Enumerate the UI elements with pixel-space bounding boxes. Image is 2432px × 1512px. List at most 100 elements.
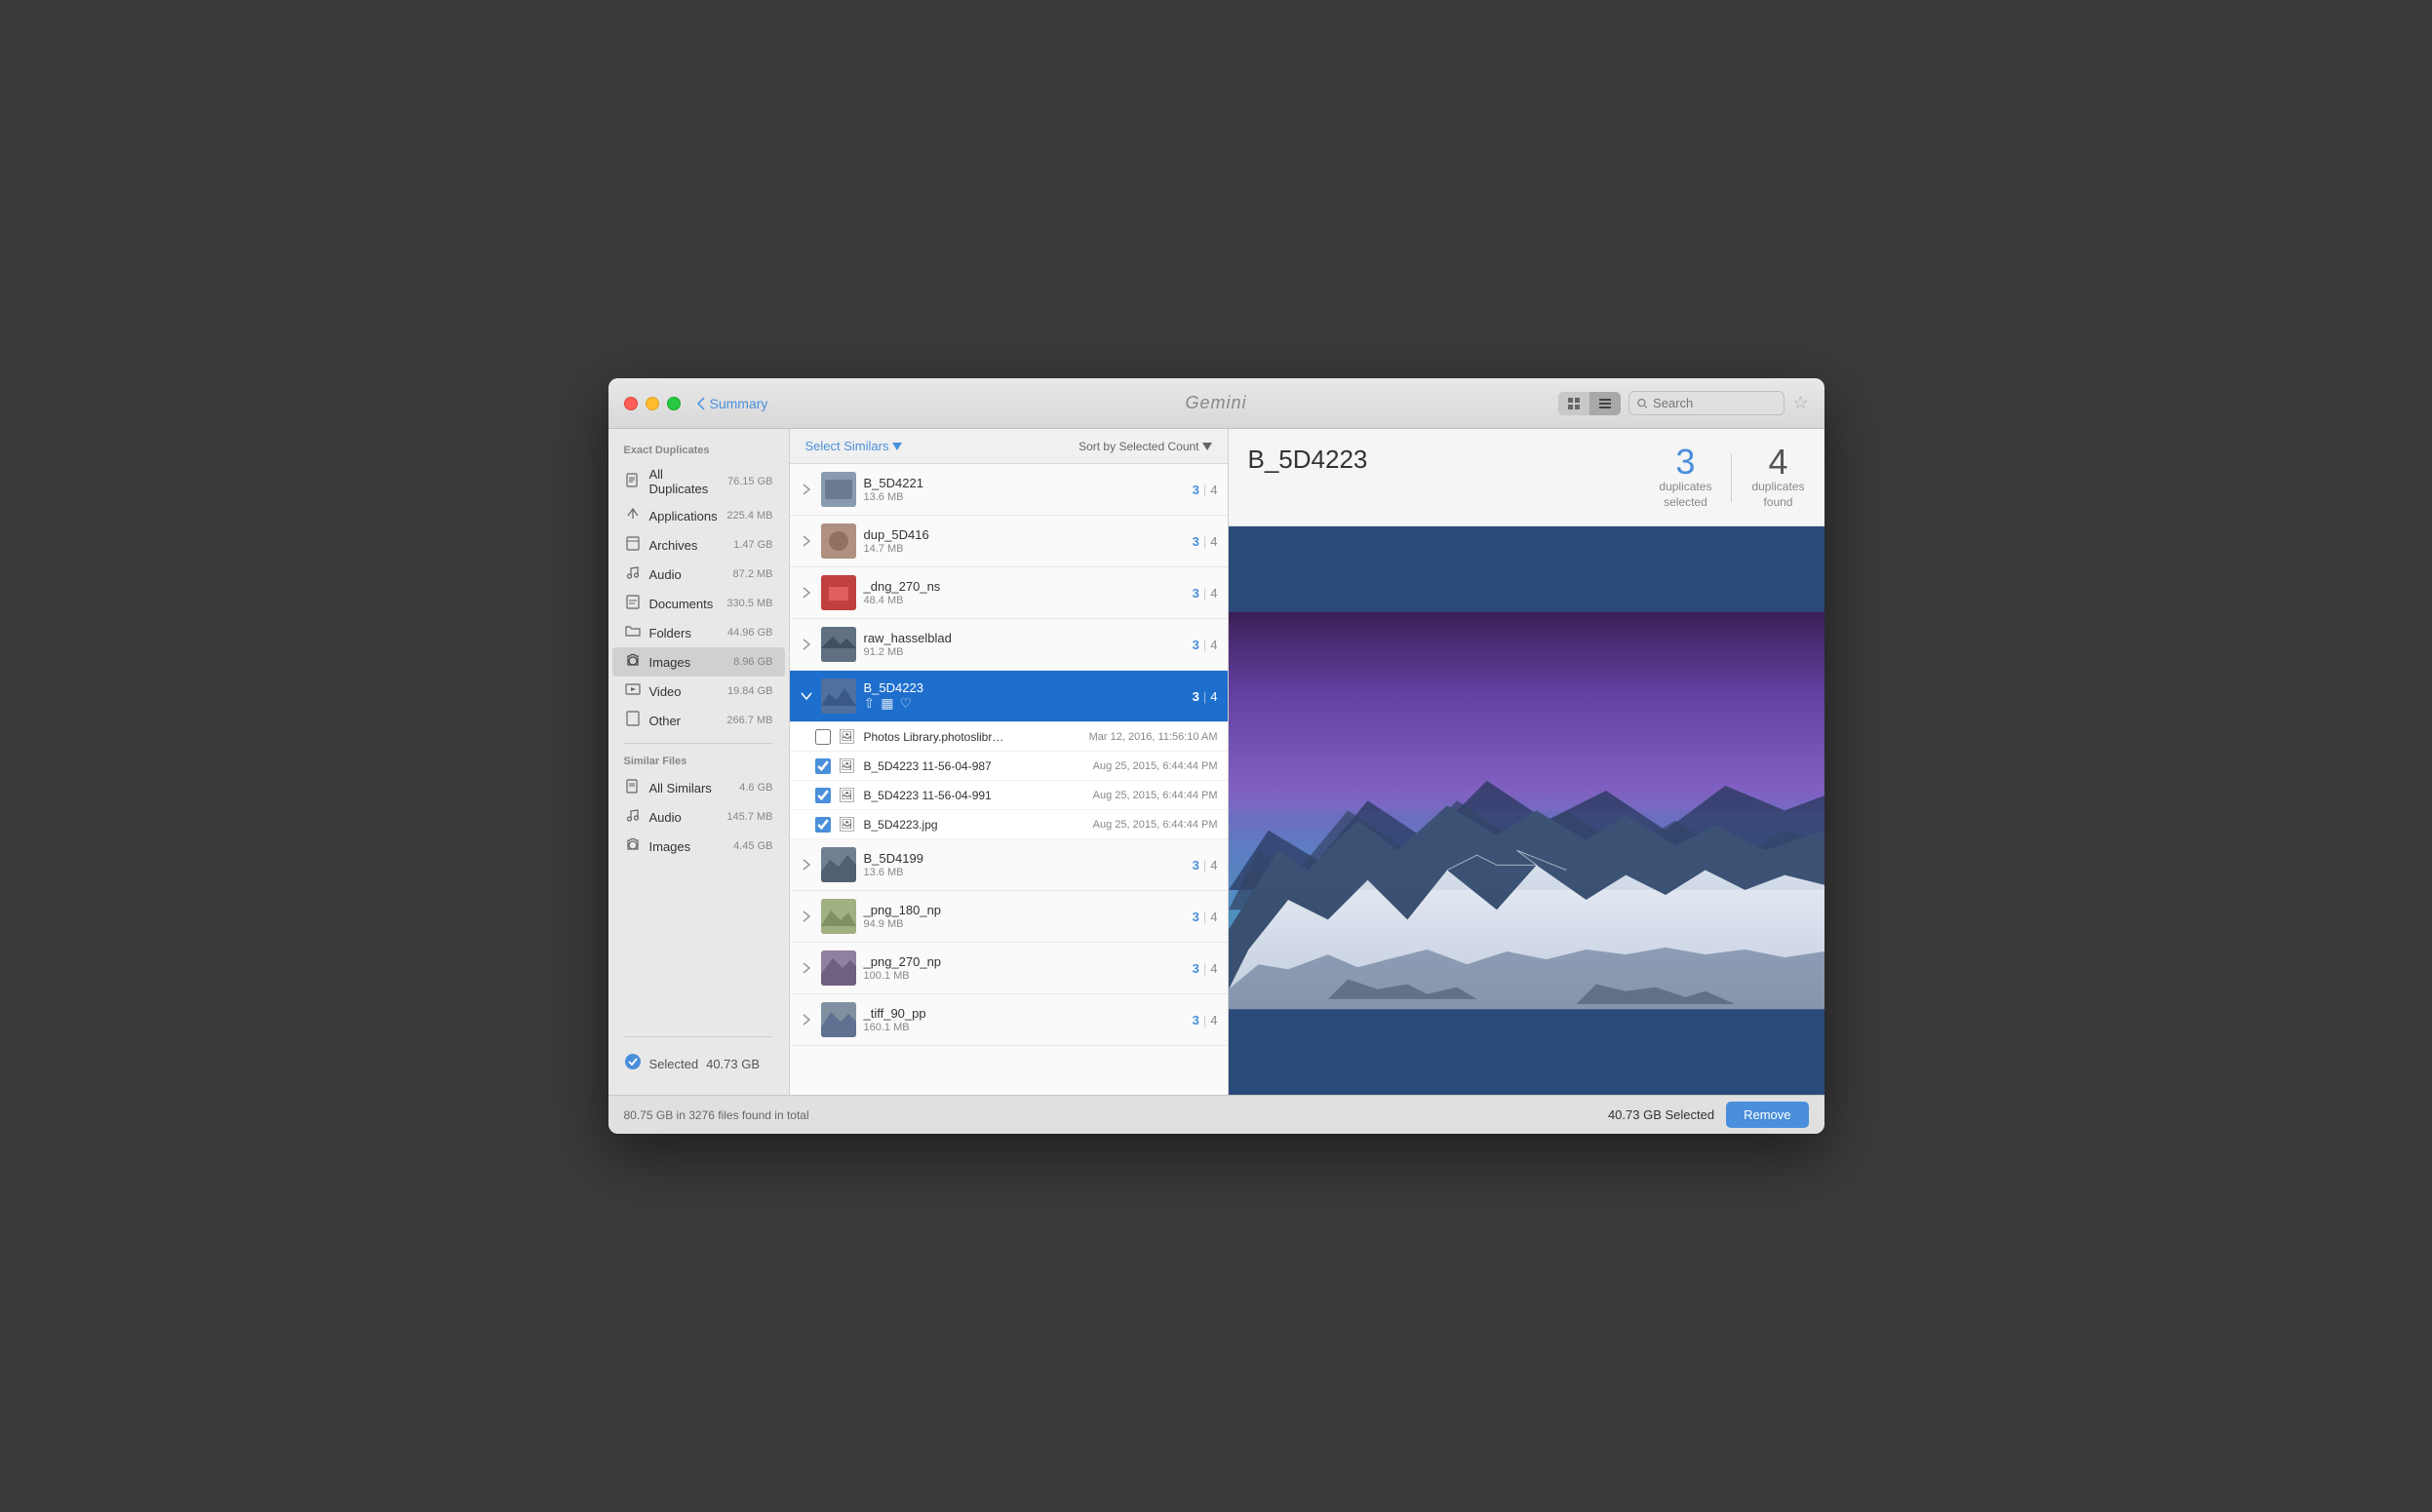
group-name-tiff_90_pp: _tiff_90_pp — [864, 1006, 1185, 1021]
chevron-right-icon — [800, 961, 813, 975]
sidebar-item-video[interactable]: Video 19.84 GB — [608, 677, 789, 706]
close-button[interactable] — [624, 397, 638, 410]
sidebar-divider — [624, 743, 773, 744]
file-row-b5d4223-987[interactable]: 🖼 B_5D4223 11-56-04-987 Aug 25, 2015, 6:… — [790, 752, 1228, 781]
search-box[interactable] — [1628, 391, 1785, 415]
chevron-right-icon — [800, 638, 813, 651]
selected-summary: Selected 40.73 GB — [608, 1045, 789, 1083]
video-name: Video — [649, 684, 721, 699]
bottom-bar: 80.75 GB in 3276 files found in total 40… — [608, 1095, 1824, 1134]
grid-view-button[interactable] — [1558, 392, 1589, 415]
group-thumb-dng_270_ns — [821, 575, 856, 610]
sidebar-item-applications[interactable]: Applications 225.4 MB — [608, 501, 789, 530]
archives-icon — [624, 535, 642, 555]
select-similars-button[interactable]: Select Similars — [805, 439, 903, 453]
file-type-icon-photos-lib: 🖼 — [839, 728, 856, 745]
selected-label: Selected — [649, 1057, 699, 1071]
file-date-b5d4223-jpg: Aug 25, 2015, 6:44:44 PM — [1093, 819, 1218, 831]
heart-action-icon[interactable]: ♡ — [899, 695, 912, 712]
list-view-button[interactable] — [1589, 392, 1621, 415]
group-counts-png_180_np: 3 | 4 — [1193, 910, 1218, 924]
camera-sim-icon — [625, 836, 641, 852]
chevron-right-icon — [800, 586, 813, 600]
titlebar: Summary Gemini — [608, 378, 1824, 429]
group-png_270_np[interactable]: _png_270_np 100.1 MB 3 | 4 — [790, 943, 1228, 994]
select-similars-label: Select Similars — [805, 439, 889, 453]
images-similar-name: Images — [649, 839, 726, 854]
group-raw_hasselblad[interactable]: raw_hasselblad 91.2 MB 3 | 4 — [790, 619, 1228, 671]
stat-label-found: duplicatesfound — [1751, 480, 1804, 510]
traffic-lights — [624, 397, 681, 410]
sidebar-item-images-similar[interactable]: Images 4.45 GB — [608, 832, 789, 861]
group-dup_5D416[interactable]: dup_5D416 14.7 MB 3 | 4 — [790, 516, 1228, 567]
sort-button[interactable]: Sort by Selected Count — [1079, 440, 1211, 453]
minimize-button[interactable] — [646, 397, 659, 410]
group-size-png_270_np: 100.1 MB — [864, 970, 1185, 982]
group-thumb-tiff_90_pp — [821, 1002, 856, 1037]
count-total-B_5D4221: 4 — [1210, 483, 1217, 497]
sidebar-item-images[interactable]: Images 8.96 GB — [612, 647, 785, 677]
file-row-b5d4223-991[interactable]: 🖼 B_5D4223 11-56-04-991 Aug 25, 2015, 6:… — [790, 781, 1228, 810]
group-name-B_5D4199: B_5D4199 — [864, 851, 1185, 866]
stat-number-found: 4 — [1768, 445, 1787, 480]
sidebar-item-folders[interactable]: Folders 44.96 GB — [608, 618, 789, 647]
grid-icon — [1567, 397, 1581, 410]
file-row-b5d4223-jpg[interactable]: 🖼 B_5D4223.jpg Aug 25, 2015, 6:44:44 PM — [790, 810, 1228, 839]
sidebar: Exact Duplicates All Duplicates 76.15 GB — [608, 429, 790, 1095]
maximize-button[interactable] — [667, 397, 681, 410]
count-total-dup_5D416: 4 — [1210, 534, 1217, 549]
file-row-photos-lib[interactable]: 🖼 Photos Library.photoslibr… Mar 12, 201… — [790, 722, 1228, 752]
group-dng_270_ns[interactable]: _dng_270_ns 48.4 MB 3 | 4 — [790, 567, 1228, 619]
all-duplicates-name: All Duplicates — [649, 467, 721, 496]
group-B_5D4223[interactable]: B_5D4223 ⇧ ▦ ♡ 3 | 4 — [790, 671, 1228, 722]
search-input[interactable] — [1653, 396, 1776, 410]
count-total-tiff_90_pp: 4 — [1210, 1013, 1217, 1027]
search-icon — [1637, 398, 1648, 409]
sidebar-item-audio[interactable]: Audio 87.2 MB — [608, 560, 789, 589]
audio-similar-name: Audio — [649, 810, 720, 825]
sidebar-item-all-similars[interactable]: All Similars 4.6 GB — [608, 773, 789, 802]
sidebar-item-audio-similar[interactable]: Audio 145.7 MB — [608, 802, 789, 832]
audio-sim-icon — [624, 807, 642, 827]
file-type-icon-b5d4223-987: 🖼 — [839, 757, 856, 774]
sidebar-item-archives[interactable]: Archives 1.47 GB — [608, 530, 789, 560]
camera-icon — [625, 652, 641, 668]
file-list-scroll[interactable]: B_5D4221 13.6 MB 3 | 4 — [790, 464, 1228, 1095]
group-B_5D4221[interactable]: B_5D4221 13.6 MB 3 | 4 — [790, 464, 1228, 516]
calendar-action-icon[interactable]: ▦ — [881, 695, 893, 712]
preview-stats: 3 duplicatesselected 4 duplicatesfound — [1659, 445, 1804, 510]
app-window: Summary Gemini — [608, 378, 1824, 1134]
audio-size: 87.2 MB — [733, 568, 773, 580]
music-icon — [625, 564, 641, 580]
file-name-photos-lib: Photos Library.photoslibr… — [864, 730, 1081, 744]
group-info-dng_270_ns: _dng_270_ns 48.4 MB — [864, 579, 1185, 606]
all-similars-size: 4.6 GB — [739, 782, 772, 794]
back-button[interactable]: Summary — [696, 396, 768, 411]
group-B_5D4199[interactable]: B_5D4199 13.6 MB 3 | 4 — [790, 839, 1228, 891]
count-selected-png_270_np: 3 — [1193, 961, 1199, 976]
documents-icon — [624, 594, 642, 613]
group-info-png_270_np: _png_270_np 100.1 MB — [864, 954, 1185, 982]
count-selected-B_5D4223: 3 — [1193, 689, 1199, 704]
chevron-right-icon — [800, 483, 813, 496]
list-icon — [1598, 397, 1612, 410]
audio-icon — [624, 564, 642, 584]
group-tiff_90_pp[interactable]: _tiff_90_pp 160.1 MB 3 | 4 — [790, 994, 1228, 1046]
file-checkbox-b5d4223-987[interactable] — [815, 758, 831, 774]
video-icon — [624, 681, 642, 701]
remove-button[interactable]: Remove — [1726, 1102, 1808, 1128]
sidebar-item-other[interactable]: Other 266.7 MB — [608, 706, 789, 735]
other-icon — [624, 711, 642, 730]
group-counts-B_5D4199: 3 | 4 — [1193, 858, 1218, 872]
share-action-icon[interactable]: ⇧ — [864, 695, 876, 712]
group-png_180_np[interactable]: _png_180_np 94.9 MB 3 | 4 — [790, 891, 1228, 943]
file-checkbox-b5d4223-jpg[interactable] — [815, 817, 831, 833]
sidebar-item-documents[interactable]: Documents 330.5 MB — [608, 589, 789, 618]
group-info-dup_5D416: dup_5D416 14.7 MB — [864, 527, 1185, 555]
sidebar-item-all-duplicates[interactable]: All Duplicates 76.15 GB — [608, 462, 789, 501]
file-checkbox-b5d4223-991[interactable] — [815, 788, 831, 803]
group-info-B_5D4221: B_5D4221 13.6 MB — [864, 476, 1185, 503]
file-checkbox-photos-lib[interactable] — [815, 729, 831, 745]
back-label: Summary — [710, 396, 768, 411]
bookmark-button[interactable]: ☆ — [1792, 393, 1808, 413]
